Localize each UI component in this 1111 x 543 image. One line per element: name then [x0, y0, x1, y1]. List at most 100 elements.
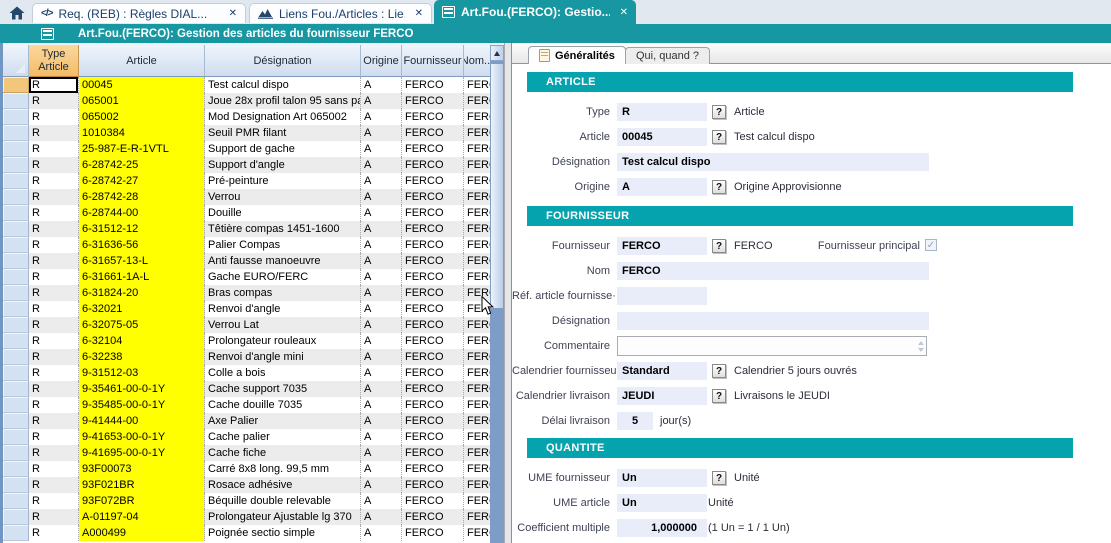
- field-fournisseur[interactable]: FERCO: [617, 237, 707, 255]
- table-row[interactable]: R6-31661-1A-LGache EURO/FERCAFERCOFERCO: [3, 269, 490, 285]
- row-selector[interactable]: [3, 301, 29, 317]
- row-selector[interactable]: [3, 429, 29, 445]
- table-row[interactable]: R6-28742-27Pré-peintureAFERCOFERCO: [3, 173, 490, 189]
- scrollbar-thumb[interactable]: [490, 63, 504, 309]
- field-calendrier-livraison[interactable]: JEUDI: [617, 387, 707, 405]
- table-row[interactable]: R93F072BRBéquille double relevableAFERCO…: [3, 493, 490, 509]
- column-header-fournisseur[interactable]: Fournisseur: [402, 45, 464, 77]
- field-coefficient-multiple[interactable]: 1,000000: [617, 519, 707, 537]
- table-row[interactable]: R6-28742-25Support d'angleAFERCOFERCO: [3, 157, 490, 173]
- table-row[interactable]: R6-32021Renvoi d'angleAFERCOFERCO: [3, 301, 490, 317]
- fournisseur-principal-checkbox[interactable]: ✓: [925, 239, 937, 251]
- table-row[interactable]: R9-41653-00-0-1YCache palierAFERCOFERCO: [3, 429, 490, 445]
- table-row[interactable]: R065001Joue 28x profil talon 95 sans paA…: [3, 93, 490, 109]
- field-type[interactable]: R: [617, 103, 707, 121]
- column-header-origine[interactable]: Origine: [361, 45, 402, 77]
- table-row[interactable]: R6-28744-00DouilleAFERCOFERCO: [3, 205, 490, 221]
- row-selector[interactable]: [3, 269, 29, 285]
- table-row[interactable]: R1010384Seuil PMR filantAFERCOFERCO: [3, 125, 490, 141]
- row-selector[interactable]: [3, 477, 29, 493]
- field-article[interactable]: 00045: [617, 128, 707, 146]
- table-row[interactable]: R6-31636-56Palier CompasAFERCOFERCO: [3, 237, 490, 253]
- tab-req-reb[interactable]: </> Req. (REB) : Règles DIAL... ✕: [32, 3, 246, 23]
- field-calendrier-fournisseur[interactable]: Standard: [617, 362, 707, 380]
- column-header-article[interactable]: Article: [79, 45, 205, 77]
- help-button[interactable]: ?: [712, 105, 726, 119]
- table-row[interactable]: R93F021BRRosace adhésiveAFERCOFERCO: [3, 477, 490, 493]
- table-row[interactable]: R25-987-E-R-1VTLSupport de gacheAFERCOFE…: [3, 141, 490, 157]
- help-button[interactable]: ?: [712, 389, 726, 403]
- close-icon[interactable]: ✕: [415, 8, 423, 19]
- row-selector[interactable]: [3, 349, 29, 365]
- table-row[interactable]: RA000499Poignée sectio simpleAFERCOFERCO: [3, 525, 490, 541]
- help-button[interactable]: ?: [712, 364, 726, 378]
- row-selector[interactable]: [3, 125, 29, 141]
- tab-generalites[interactable]: Généralités: [528, 46, 626, 64]
- table-row[interactable]: R6-32104Prolongateur rouleauxAFERCOFERCO: [3, 333, 490, 349]
- table-row[interactable]: R9-35461-00-0-1YCache support 7035AFERCO…: [3, 381, 490, 397]
- row-selector[interactable]: [3, 525, 29, 541]
- row-selector[interactable]: [3, 157, 29, 173]
- field-ume-fournisseur[interactable]: Un: [617, 469, 707, 487]
- row-selector[interactable]: [3, 365, 29, 381]
- table-row[interactable]: R6-31824-20Bras compasAFERCOFERCO: [3, 285, 490, 301]
- row-selector[interactable]: [3, 397, 29, 413]
- row-selector[interactable]: [3, 333, 29, 349]
- spinner-icon[interactable]: [916, 338, 925, 354]
- field-designation[interactable]: Test calcul dispo: [617, 153, 929, 171]
- table-row[interactable]: R00045Test calcul dispoAFERCOFERCO: [3, 77, 490, 93]
- table-row[interactable]: R93F00073Carré 8x8 long. 99,5 mmAFERCOFE…: [3, 461, 490, 477]
- row-selector[interactable]: [3, 317, 29, 333]
- close-icon[interactable]: ✕: [229, 8, 237, 19]
- row-selector[interactable]: [3, 509, 29, 525]
- table-row[interactable]: R9-35485-00-0-1YCache douille 7035AFERCO…: [3, 397, 490, 413]
- home-button[interactable]: [6, 4, 28, 21]
- table-row[interactable]: R6-32238Renvoi d'angle miniAFERCOFERCO: [3, 349, 490, 365]
- column-header-nom[interactable]: Nom...: [464, 45, 490, 77]
- field-origine[interactable]: A: [617, 178, 707, 196]
- close-icon[interactable]: ✕: [620, 7, 628, 18]
- help-button[interactable]: ?: [712, 471, 726, 485]
- table-row[interactable]: R6-31512-12Têtière compas 1451-1600AFERC…: [3, 221, 490, 237]
- panel-splitter[interactable]: [504, 43, 512, 543]
- tab-qui-quand[interactable]: Qui, quand ?: [625, 47, 710, 64]
- field-commentaire[interactable]: [617, 336, 927, 356]
- row-selector[interactable]: [3, 413, 29, 429]
- row-selector[interactable]: [3, 285, 29, 301]
- row-selector[interactable]: [3, 493, 29, 509]
- row-selector[interactable]: [3, 237, 29, 253]
- row-selector[interactable]: [3, 173, 29, 189]
- field-ume-article[interactable]: Un: [617, 494, 707, 512]
- row-selector[interactable]: [3, 253, 29, 269]
- field-designation-fournisseur[interactable]: [617, 312, 929, 330]
- row-selector[interactable]: [3, 77, 29, 93]
- help-button[interactable]: ?: [712, 130, 726, 144]
- tab-liens-fou-articles[interactable]: Liens Fou./Articles : Lie... ✕: [249, 3, 432, 23]
- row-selector[interactable]: [3, 461, 29, 477]
- row-selector[interactable]: [3, 93, 29, 109]
- row-selector[interactable]: [3, 109, 29, 125]
- row-selector[interactable]: [3, 221, 29, 237]
- column-header-designation[interactable]: Désignation: [205, 45, 361, 77]
- table-row[interactable]: R065002Mod Designation Art 065002AFERCOF…: [3, 109, 490, 125]
- table-row[interactable]: R6-31657-13-LAnti fausse manoeuvreAFERCO…: [3, 253, 490, 269]
- row-selector[interactable]: [3, 205, 29, 221]
- table-row[interactable]: RA-01197-04Prolongateur Ajustable lg 370…: [3, 509, 490, 525]
- field-ref-article-fournisseur[interactable]: [617, 287, 707, 305]
- row-selector[interactable]: [3, 141, 29, 157]
- table-row[interactable]: R6-32075-05Verrou LatAFERCOFERCO: [3, 317, 490, 333]
- field-delai-livraison[interactable]: 5: [617, 412, 653, 430]
- row-selector[interactable]: [3, 381, 29, 397]
- table-vertical-scrollbar[interactable]: [490, 45, 504, 543]
- table-row[interactable]: R9-41444-00Axe PalierAFERCOFERCO: [3, 413, 490, 429]
- field-nom[interactable]: FERCO: [617, 262, 929, 280]
- row-selector[interactable]: [3, 189, 29, 205]
- scroll-up-button[interactable]: [490, 45, 504, 61]
- select-all-corner[interactable]: [3, 45, 29, 77]
- table-row[interactable]: R6-28742-28VerrouAFERCOFERCO: [3, 189, 490, 205]
- help-button[interactable]: ?: [712, 239, 726, 253]
- table-row[interactable]: R9-31512-03Colle a boisAFERCOFERCO: [3, 365, 490, 381]
- table-row[interactable]: R9-41695-00-0-1YCache ficheAFERCOFERCO: [3, 445, 490, 461]
- row-selector[interactable]: [3, 445, 29, 461]
- tab-art-fou-ferco[interactable]: Art.Fou.(FERCO): Gestio... ✕: [434, 0, 636, 24]
